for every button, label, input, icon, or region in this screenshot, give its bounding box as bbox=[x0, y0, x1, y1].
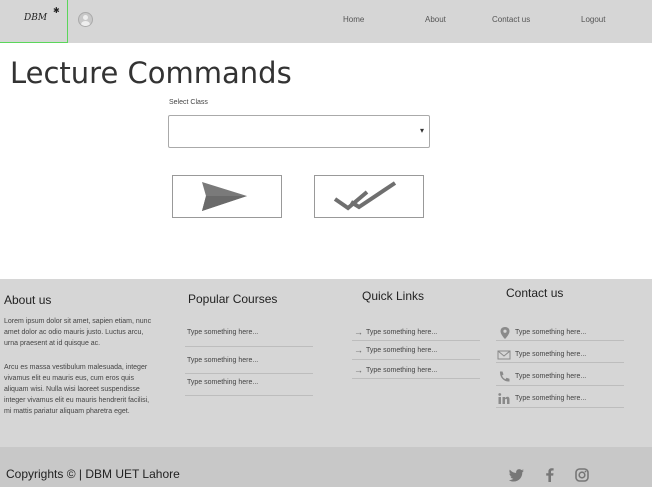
send-command-button[interactable] bbox=[172, 175, 282, 218]
divider bbox=[496, 340, 624, 341]
quick-link[interactable]: Type something here... bbox=[366, 347, 437, 354]
send-icon bbox=[202, 182, 247, 211]
location-pin-icon bbox=[500, 327, 510, 339]
user-avatar-icon[interactable] bbox=[78, 12, 93, 27]
logo[interactable]: DBM ✱ bbox=[0, 0, 68, 43]
page-title: Lecture Commands bbox=[10, 56, 292, 90]
courses-heading: Popular Courses bbox=[188, 292, 278, 306]
copyright-text: Copyrights © | DBM UET Lahore bbox=[6, 467, 180, 481]
course-link[interactable]: Type something here... bbox=[187, 329, 258, 336]
nav-contact-us[interactable]: Contact us bbox=[492, 15, 530, 24]
contact-phone[interactable]: Type something here... bbox=[515, 373, 586, 380]
divider bbox=[352, 378, 480, 379]
quick-links-heading: Quick Links bbox=[362, 289, 425, 303]
double-check-icon bbox=[333, 181, 397, 211]
arrow-right-icon: → bbox=[354, 327, 363, 337]
divider bbox=[185, 395, 313, 396]
arrow-right-icon: → bbox=[354, 365, 363, 375]
mark-done-button[interactable] bbox=[314, 175, 424, 218]
divider bbox=[352, 340, 480, 341]
instagram-icon[interactable] bbox=[574, 467, 590, 483]
contact-linkedin[interactable]: Type something here... bbox=[515, 395, 586, 402]
footer: About us Lorem ipsum dolor sit amet, sap… bbox=[0, 279, 652, 447]
select-class-label: Select Class bbox=[169, 99, 208, 106]
about-heading: About us bbox=[4, 293, 52, 307]
divider bbox=[185, 346, 313, 347]
dropdown-caret-icon: ▾ bbox=[419, 126, 424, 135]
contact-heading: Contact us bbox=[506, 286, 564, 300]
nav-home[interactable]: Home bbox=[343, 15, 364, 24]
top-navbar: DBM ✱ Home About Contact us Logout bbox=[0, 0, 652, 43]
about-paragraph-1: Lorem ipsum dolor sit amet, sapien etiam… bbox=[4, 318, 152, 347]
course-link[interactable]: Type something here... bbox=[187, 379, 258, 386]
quick-link[interactable]: Type something here... bbox=[366, 329, 437, 336]
divider bbox=[496, 385, 624, 386]
nav-about[interactable]: About bbox=[425, 15, 446, 24]
quick-link[interactable]: Type something here... bbox=[366, 367, 437, 374]
select-class-dropdown[interactable]: ▾ bbox=[168, 115, 430, 148]
phone-icon bbox=[499, 371, 510, 382]
twitter-icon[interactable] bbox=[509, 467, 525, 483]
facebook-icon[interactable] bbox=[542, 467, 558, 483]
divider bbox=[496, 362, 624, 363]
linkedin-icon bbox=[498, 393, 510, 404]
envelope-icon bbox=[497, 350, 511, 360]
divider bbox=[185, 373, 313, 374]
divider bbox=[496, 407, 624, 408]
contact-email[interactable]: Type something here... bbox=[515, 351, 586, 358]
course-link[interactable]: Type something here... bbox=[187, 357, 258, 364]
contact-address: Type something here... bbox=[515, 329, 587, 336]
divider bbox=[352, 359, 480, 360]
arrow-right-icon: → bbox=[354, 345, 363, 355]
copyright-bar: Copyrights © | DBM UET Lahore bbox=[0, 447, 652, 487]
about-paragraph-2: Arcu es massa vestibulum malesuada, inte… bbox=[4, 364, 150, 415]
logo-star-icon: ✱ bbox=[53, 6, 60, 15]
nav-logout[interactable]: Logout bbox=[581, 15, 605, 24]
logo-text: DBM bbox=[24, 13, 48, 23]
